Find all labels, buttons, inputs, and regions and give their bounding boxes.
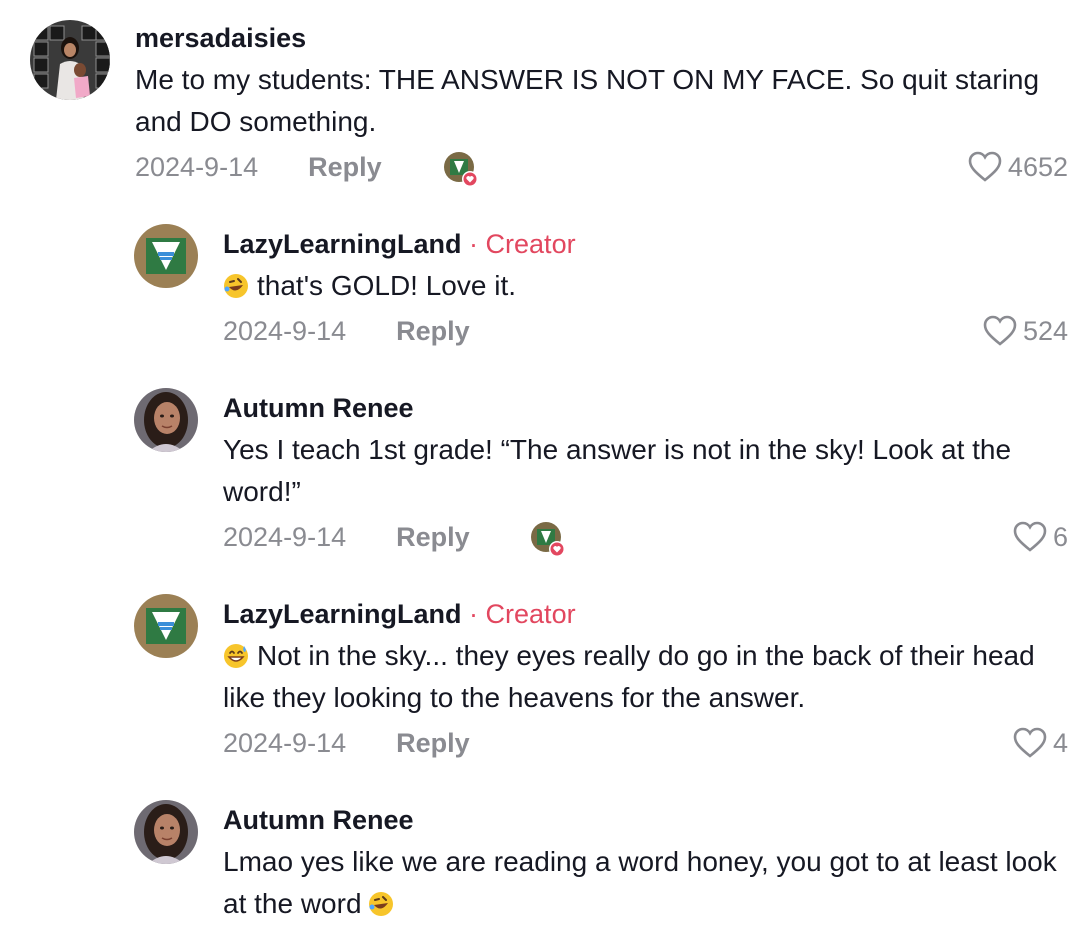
like-count-group: 4: [1013, 726, 1068, 760]
creator-badge: · Creator: [469, 599, 576, 629]
heart-icon[interactable]: [968, 151, 1002, 183]
comment-date: 2024-9-14: [135, 152, 259, 182]
comment-meta: 2024-9-14 Reply: [223, 314, 470, 348]
reply-button[interactable]: Reply: [396, 520, 470, 554]
avatar-autumn-renee[interactable]: [134, 800, 198, 864]
comment-text: Lmao yes like we are reading a word hone…: [223, 846, 1057, 919]
commenter-name[interactable]: LazyLearningLand: [223, 599, 462, 629]
creator-badge: · Creator: [469, 229, 576, 259]
like-count-group: 4652: [968, 150, 1068, 184]
comment-username[interactable]: mersadaisies: [135, 21, 1065, 55]
comment-meta: 2024-9-14 Reply: [223, 726, 470, 760]
avatar-lazylearningland[interactable]: [134, 594, 198, 658]
rolling-laughing-emoji-icon: [368, 892, 393, 916]
comment-text: that's GOLD! Love it.: [257, 270, 517, 301]
comment-username[interactable]: Autumn Renee: [223, 391, 1063, 425]
like-count: 6: [1052, 522, 1068, 552]
grinning-sweat-emoji-icon: [224, 644, 248, 668]
commenter-name[interactable]: LazyLearningLand: [223, 229, 462, 259]
comment-text-row: that's GOLD! Love it.: [223, 265, 1063, 307]
comment-thread: mersadaisies Me to my students: THE ANSW…: [0, 0, 1090, 932]
creator-liked-badge: [530, 521, 565, 557]
comment-date: 2024-9-14: [223, 316, 347, 346]
reply-button[interactable]: Reply: [308, 150, 382, 184]
like-count-group: 524: [983, 314, 1068, 348]
comment-text-row: Not in the sky... they eyes really do go…: [223, 635, 1063, 719]
comment-date: 2024-9-14: [223, 728, 347, 758]
comment-username[interactable]: Autumn Renee: [223, 803, 1063, 837]
like-count-group: 6: [1013, 520, 1068, 554]
heart-icon[interactable]: [983, 315, 1017, 347]
comment-text: Yes I teach 1st grade! “The answer is no…: [223, 434, 1012, 507]
comment-date: 2024-9-14: [223, 522, 347, 552]
avatar-lazylearningland[interactable]: [134, 224, 198, 288]
comment-text: Not in the sky... they eyes really do go…: [223, 640, 1035, 713]
avatar-autumn-renee[interactable]: [134, 388, 198, 452]
like-count: 524: [1022, 316, 1068, 346]
heart-icon[interactable]: [1013, 727, 1047, 759]
comment-meta: 2024-9-14 Reply: [223, 520, 470, 554]
reply-button[interactable]: Reply: [396, 726, 470, 760]
creator-liked-badge: [443, 151, 478, 187]
comment-username: LazyLearningLand · Creator: [223, 597, 1063, 631]
comment-meta: 2024-9-14 Reply: [135, 150, 382, 184]
rolling-laughing-emoji-icon: [224, 274, 248, 298]
avatar-mersadaisies[interactable]: [30, 20, 110, 100]
like-count: 4: [1052, 728, 1068, 758]
comment-text: Me to my students: THE ANSWER IS NOT ON …: [135, 64, 1040, 137]
comment-username: LazyLearningLand · Creator: [223, 227, 1063, 261]
heart-icon[interactable]: [1013, 521, 1047, 553]
reply-button[interactable]: Reply: [396, 314, 470, 348]
like-count: 4652: [1007, 152, 1068, 182]
comment-text-row: Lmao yes like we are reading a word hone…: [223, 841, 1063, 925]
